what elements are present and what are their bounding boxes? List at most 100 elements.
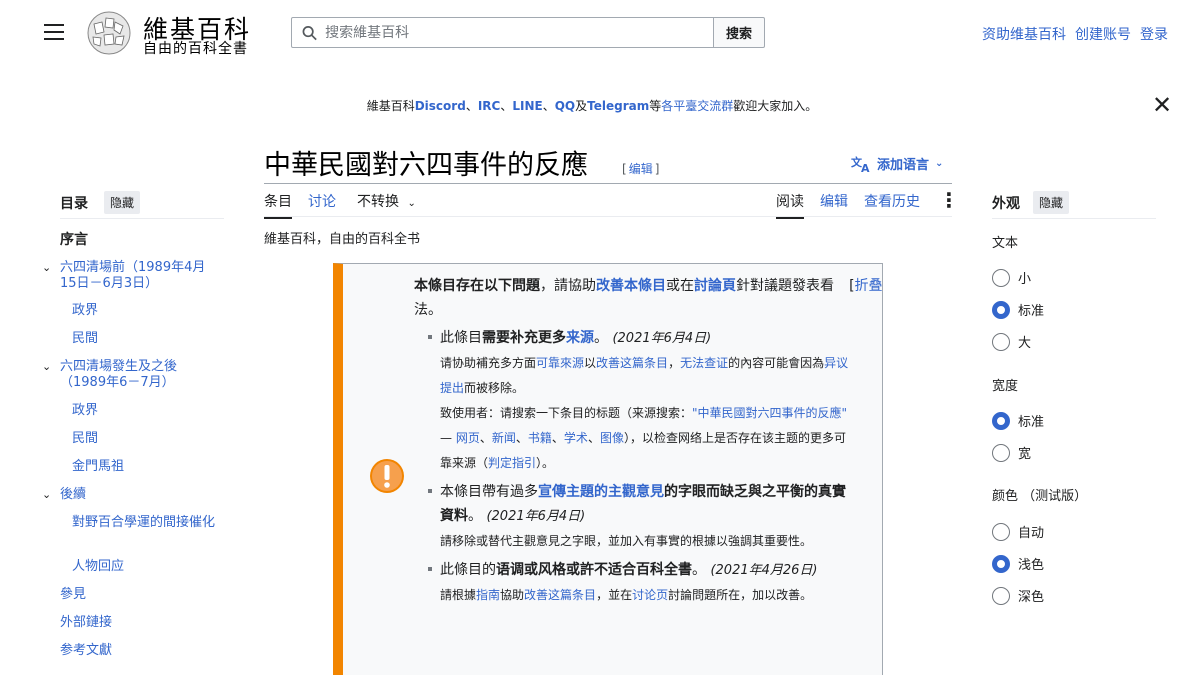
site-tagline: 自由的百科全書 <box>143 41 248 57</box>
collapse-link[interactable]: 折叠 <box>855 278 882 294</box>
create-account-link[interactable]: 创建账号 <box>1075 24 1131 44</box>
verifiability-link[interactable]: 无法查证 <box>680 356 728 370</box>
toc-item[interactable]: ⌄ 六四清場發生及之後（1989年6－7月） <box>42 359 220 391</box>
variant-label: 不转换 <box>357 194 399 210</box>
improve-article-link[interactable]: 改善本條目 <box>596 278 666 294</box>
tab-talk[interactable]: 讨论 <box>308 191 336 217</box>
talk-page-link[interactable]: 討論頁 <box>694 278 736 294</box>
chevron-down-icon[interactable]: ⌄ <box>42 487 51 503</box>
appearance-section-label: 文本 <box>992 236 1019 251</box>
toc-hide-button[interactable]: 隐藏 <box>104 191 141 214</box>
search-input[interactable] <box>325 24 713 41</box>
issue-text: 此條目 <box>440 330 482 346</box>
edit-title-text[interactable]: 编辑 <box>627 162 655 176</box>
banner-text: 及 <box>575 99 588 113</box>
radio-circle[interactable] <box>992 411 1010 430</box>
sources-link[interactable]: 来源 <box>566 330 594 346</box>
appearance-hide-button[interactable]: 隐藏 <box>1033 191 1070 214</box>
toc-item-label: 參見 <box>60 587 87 602</box>
appearance-heading: 外观 <box>992 196 1020 212</box>
login-link[interactable]: 登录 <box>1140 24 1168 44</box>
images-search-link[interactable]: 图像 <box>600 431 624 445</box>
books-search-link[interactable]: 书籍 <box>528 431 552 445</box>
chevron-down-icon[interactable]: ⌄ <box>42 260 51 276</box>
toc-item[interactable]: 對野百合學運的間接催化 <box>72 515 218 531</box>
radio-circle[interactable] <box>992 268 1010 287</box>
issue-text: 本條目帶有過多 <box>440 484 538 500</box>
donate-link[interactable]: 资助维基百科 <box>982 24 1066 44</box>
more-tools-icon[interactable]: ⋮ <box>939 190 959 210</box>
toc-item[interactable]: 政界 <box>72 303 218 319</box>
radio-circle[interactable] <box>992 522 1010 541</box>
talk-link[interactable]: 讨论页 <box>632 588 668 602</box>
chevron-down-icon[interactable]: ⌄ <box>42 359 51 375</box>
issue-text: 、 <box>515 431 528 445</box>
radio-label: 深色 <box>1018 590 1045 605</box>
radio-circle[interactable] <box>992 332 1010 351</box>
tab-history[interactable]: 查看历史 <box>864 191 920 217</box>
radio-text-1[interactable]: 标准 <box>992 300 1044 319</box>
toc-item[interactable]: ⌄ 後續 <box>42 487 220 503</box>
radio-circle[interactable] <box>992 554 1010 573</box>
add-languages-button[interactable]: 文 A 添加语言 ⌄ <box>851 154 943 174</box>
news-search-link[interactable]: 新闻 <box>492 431 516 445</box>
reliable-sources-link[interactable]: 可靠來源 <box>536 356 584 370</box>
variant-dropdown[interactable]: 不转换 ⌄ <box>357 191 416 217</box>
radio-text-0[interactable]: 小 <box>992 268 1031 287</box>
radio-width-0[interactable]: 标准 <box>992 411 1044 430</box>
issue-date: (2021年4月26日) <box>710 563 818 578</box>
appearance-section-label: 颜色 （测试版） <box>992 489 1088 504</box>
toc-item-label: 政界 <box>72 403 99 418</box>
wikipedia-globe-logo[interactable] <box>84 10 134 56</box>
toc-item[interactable]: ⌄ 六四清場前（1989年4月15日－6月3日） <box>42 260 220 292</box>
banner-link[interactable]: LINE <box>512 99 542 113</box>
radio-color-1[interactable]: 浅色 <box>992 554 1044 573</box>
improve-link[interactable]: 改善这篇条目 <box>524 588 596 602</box>
radio-circle[interactable] <box>992 586 1010 605</box>
close-icon[interactable]: ✕ <box>1152 93 1172 117</box>
toc-item[interactable]: 政界 <box>72 403 218 419</box>
source-search-link[interactable]: "中華民國對六四事件的反應" <box>692 406 847 420</box>
user-links: 资助维基百科 创建账号 登录 <box>982 24 1168 44</box>
banner-text: 維基百科 <box>366 99 415 113</box>
tab-edit[interactable]: 编辑 <box>820 191 848 217</box>
radio-color-0[interactable]: 自动 <box>992 522 1044 541</box>
web-search-link[interactable]: 网页 <box>456 431 480 445</box>
radio-circle[interactable] <box>992 443 1010 462</box>
search-box[interactable] <box>291 17 714 48</box>
improve-link[interactable]: 改善这篇条目 <box>596 356 668 370</box>
issue-text: 請根據 <box>440 588 477 602</box>
banner-text: 、 <box>542 99 555 113</box>
banner-link[interactable]: 各平臺交流群 <box>661 99 733 113</box>
toc-item[interactable]: 参考文獻 <box>60 643 220 659</box>
scholar-search-link[interactable]: 学术 <box>564 431 588 445</box>
toc-item[interactable]: 金門馬祖 <box>72 459 218 475</box>
pov-link[interactable]: 宣傳主題的主觀意見 <box>538 484 664 500</box>
issue-text: 以 <box>584 356 597 370</box>
main-menu-button[interactable] <box>44 24 64 42</box>
tab-read[interactable]: 阅读 <box>776 191 804 219</box>
toc-item[interactable]: 參見 <box>60 587 220 603</box>
issue-date: (2021年6月4日) <box>486 509 586 524</box>
toc-item[interactable]: 民間 <box>72 431 218 447</box>
toc-item[interactable]: 人物回应 <box>72 559 218 575</box>
radio-circle[interactable] <box>992 300 1010 319</box>
banner-link[interactable]: IRC <box>478 99 501 113</box>
banner-link[interactable]: QQ <box>555 99 575 113</box>
toc-item[interactable]: 序言 <box>60 232 220 248</box>
collapse-toggle[interactable]: [折叠] <box>849 274 882 298</box>
radio-color-2[interactable]: 深色 <box>992 586 1044 605</box>
banner-link[interactable]: Discord <box>415 99 466 113</box>
toc-item[interactable]: 民間 <box>72 331 218 347</box>
guideline-link[interactable]: 判定指引 <box>488 456 536 470</box>
radio-width-1[interactable]: 宽 <box>992 443 1031 462</box>
issue-text: 请协助補充多方面 <box>440 356 537 370</box>
banner-link[interactable]: Telegram <box>587 99 649 113</box>
radio-label: 标准 <box>1018 304 1045 319</box>
radio-text-2[interactable]: 大 <box>992 332 1031 351</box>
guide-link[interactable]: 指南 <box>476 588 500 602</box>
tab-article[interactable]: 条目 <box>264 191 292 219</box>
edit-title-link[interactable]: [编辑] <box>622 160 659 177</box>
toc-item[interactable]: 外部鏈接 <box>60 615 220 631</box>
search-button[interactable]: 搜索 <box>713 17 765 48</box>
